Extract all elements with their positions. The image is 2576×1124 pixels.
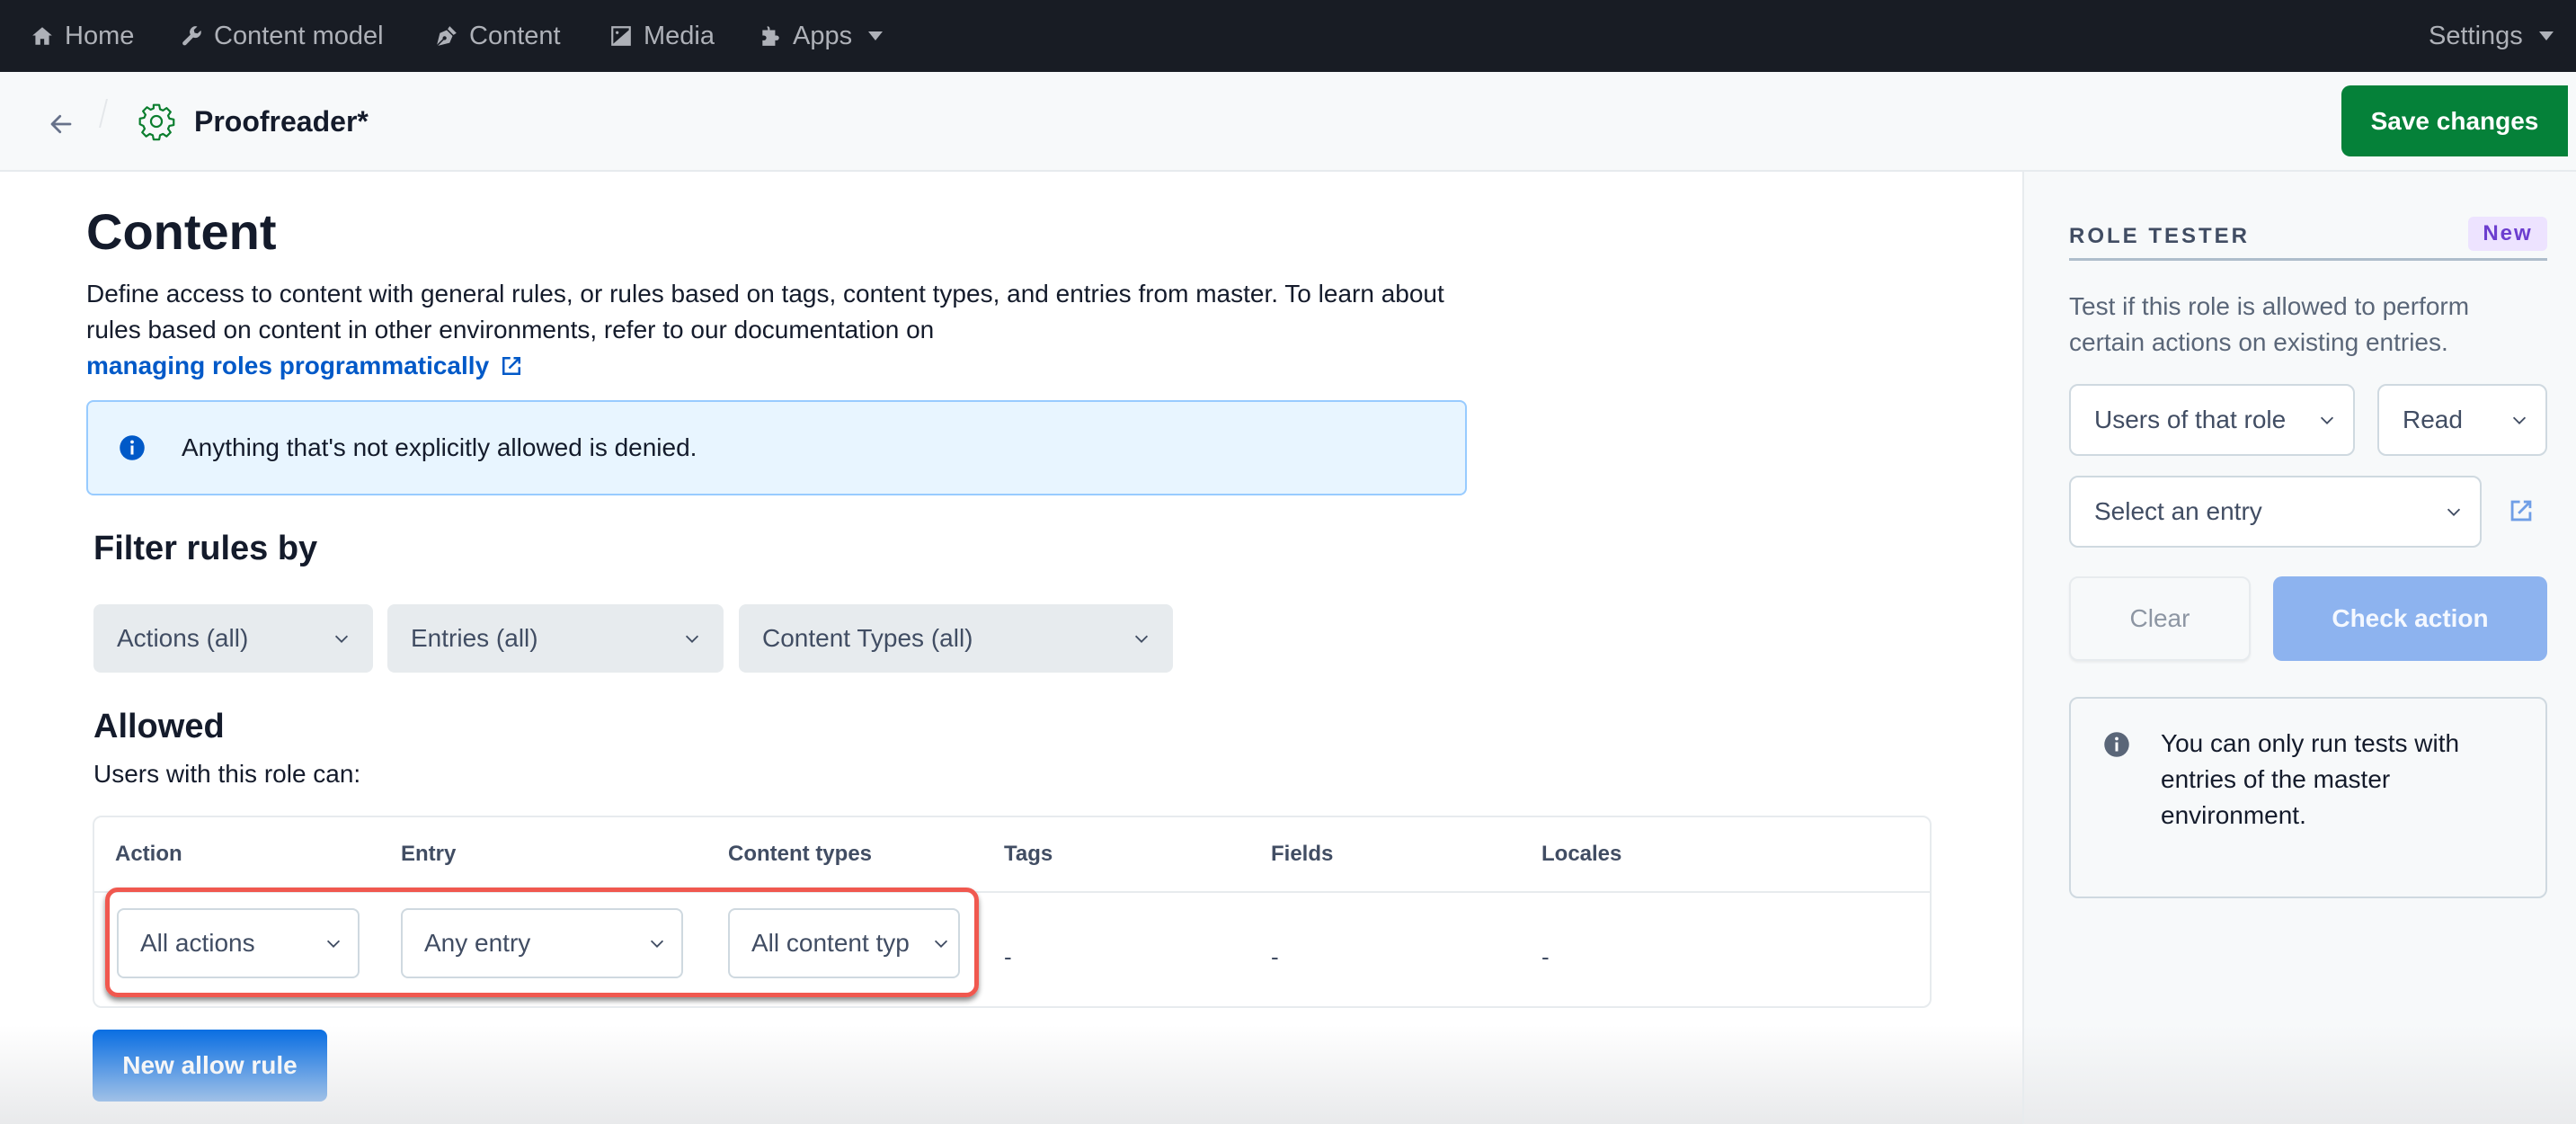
nav-item-label: Content [469,21,561,50]
chevron-down-icon [2320,416,2334,424]
nav-item-label: Content model [214,21,384,50]
info-icon [120,435,145,460]
nav-item-apps[interactable]: Apps [759,0,884,72]
filter-value: Actions (all) [117,624,249,652]
role-title: Proofreader* [194,105,369,138]
nav-item-label: Settings [2429,21,2523,50]
role-tester-note: You can only run tests with entries of t… [2069,697,2547,898]
column-header-locales: Locales [1541,842,1622,866]
nav-item-media[interactable]: Media [609,0,715,72]
home-icon [32,27,52,45]
new-badge: New [2468,217,2547,251]
select-value: Read [2403,406,2463,433]
allow-rules-table: Action Entry Content types Tags Fields L… [93,816,1932,1008]
nav-item-label: Media [644,21,715,50]
nav-item-content-model[interactable]: Content model [180,0,384,72]
filter-content-types-select[interactable]: Content Types (all) [739,604,1173,673]
column-header-entry: Entry [401,842,457,866]
info-note-text: Anything that's not explicitly allowed i… [182,433,697,461]
main-content: Content Define access to content with ge… [0,172,2022,1124]
arrow-left-icon [50,114,72,134]
chevron-down-icon [2512,416,2527,424]
chevron-down-icon [934,940,948,948]
entry-select[interactable]: Any entry [401,908,683,978]
gear-icon [138,103,175,141]
entry-select[interactable]: Select an entry [2069,476,2482,548]
column-header-action: Action [115,842,182,866]
column-header-content-types: Content types [728,842,873,866]
info-note: Anything that's not explicitly allowed i… [86,400,1467,495]
page-description: Define access to content with general ru… [86,276,1470,384]
action-select[interactable]: Read [2377,384,2547,456]
allowed-heading: Allowed [93,708,225,745]
content-types-select[interactable]: All content typ [728,908,960,978]
image-icon [611,26,631,46]
select-value: All content typ [751,929,910,957]
nav-item-settings[interactable]: Settings [2429,0,2554,72]
doc-link[interactable]: managing roles programmatically [86,348,525,384]
role-tester-note-text: You can only run tests with entries of t… [2161,729,2460,829]
filter-value: Entries (all) [411,624,538,652]
pen-nib-icon [437,26,457,46]
locales-cell: - [1541,943,1550,970]
nav-item-label: Home [65,21,135,50]
caret-down-icon [868,31,884,40]
column-header-tags: Tags [1004,842,1053,866]
role-tester-description: Test if this role is allowed to perform … [2069,292,2470,356]
wrench-icon [182,26,201,46]
top-navigation: Home Content model Content Media Apps Se… [0,0,2576,72]
open-entry-icon[interactable] [2506,495,2536,526]
puzzle-icon [762,26,779,46]
allowed-subtitle: Users with this role can: [93,760,361,788]
chevron-down-icon [2447,508,2461,516]
select-value: Any entry [424,929,531,957]
page-title: Content [86,203,277,260]
workbench-header: Proofreader* Save changes [0,72,2576,172]
doc-link-label: managing roles programmatically [86,352,490,379]
external-link-icon [502,357,521,375]
description-text: Define access to content with general ru… [86,280,1444,343]
header-divider [94,891,1930,893]
filter-entries-select[interactable]: Entries (all) [387,604,724,673]
select-value: Select an entry [2094,497,2262,525]
action-select[interactable]: All actions [117,908,360,978]
nav-item-label: Apps [793,21,853,50]
chevron-down-icon [1134,635,1149,643]
select-value: Users of that role [2094,406,2287,433]
caret-down-icon [2538,31,2554,40]
chevron-down-icon [685,635,699,643]
chevron-down-icon [326,940,341,948]
nav-item-content[interactable]: Content [435,0,561,72]
role-tester-panel: ROLE TESTER New Test if this role is all… [2022,172,2576,1124]
breadcrumb-separator [99,99,108,128]
select-value: All actions [140,929,255,957]
clear-button[interactable]: Clear [2069,576,2251,661]
new-allow-rule-button[interactable]: New allow rule [93,1030,327,1102]
info-icon [2104,732,2129,757]
fields-cell: - [1271,943,1279,970]
filter-value: Content Types (all) [762,624,973,652]
filter-actions-select[interactable]: Actions (all) [93,604,373,673]
chevron-down-icon [650,940,664,948]
heading-divider [2069,258,2547,261]
role-tester-heading: ROLE TESTER [2069,224,2251,248]
column-header-fields: Fields [1271,842,1334,866]
filter-heading: Filter rules by [93,530,318,567]
tags-cell: - [1004,943,1012,970]
chevron-down-icon [334,635,349,643]
back-button[interactable] [43,106,79,142]
nav-item-home[interactable]: Home [31,0,134,72]
check-action-button[interactable]: Check action [2273,576,2547,661]
save-changes-button[interactable]: Save changes [2341,85,2568,156]
subject-select[interactable]: Users of that role [2069,384,2355,456]
